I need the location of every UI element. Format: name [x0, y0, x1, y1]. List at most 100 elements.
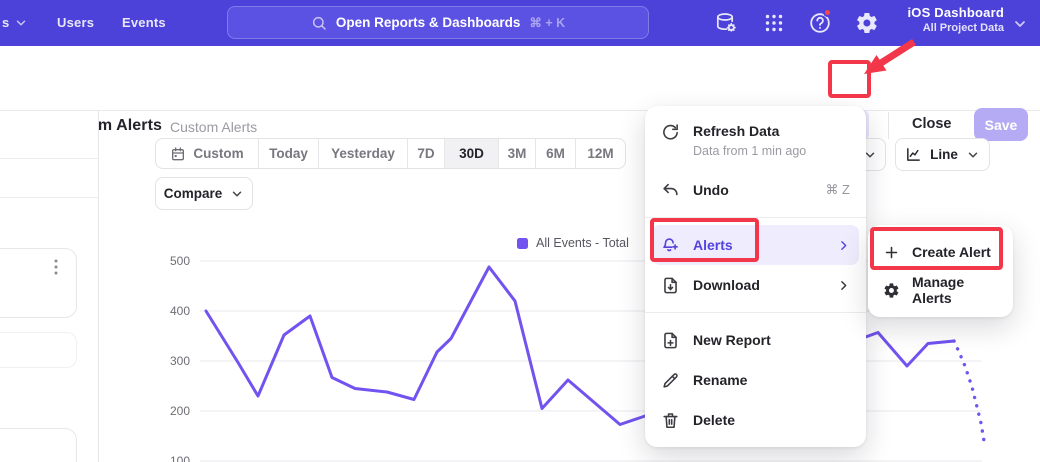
help-icon[interactable] — [808, 11, 832, 35]
range-tab-label: Custom — [193, 146, 243, 161]
menu-item-subtitle: Data from 1 min ago — [693, 144, 806, 158]
compare-label: Compare — [164, 186, 223, 201]
menu-item-new-report[interactable]: New Report — [645, 320, 866, 360]
nav-item-truncated[interactable]: s — [2, 15, 28, 30]
range-tab-6m[interactable]: 6M — [536, 139, 576, 168]
range-tab-label: 3M — [508, 146, 527, 161]
compare-button[interactable]: Compare — [155, 177, 253, 210]
range-tab-custom[interactable]: Custom — [156, 139, 259, 168]
svg-text:400: 400 — [170, 304, 190, 318]
trash-icon — [661, 411, 680, 430]
chevron-down-icon — [230, 187, 244, 201]
range-tab-label: 30D — [459, 146, 484, 161]
project-scope: All Project Data — [907, 22, 1004, 34]
menu-item-label: Undo — [693, 182, 812, 198]
nav-item-events[interactable]: Events — [122, 15, 166, 30]
apps-grid-icon[interactable] — [762, 11, 786, 35]
search-icon — [311, 15, 327, 31]
menu-divider — [645, 217, 866, 218]
search-shortcut: ⌘ + K — [529, 15, 565, 30]
line-chart-icon — [905, 146, 922, 163]
menu-item-undo[interactable]: Undo ⌘ Z — [645, 170, 866, 210]
divider — [0, 197, 99, 198]
menu-item-delete[interactable]: Delete — [645, 400, 866, 440]
divider — [888, 112, 889, 139]
legend-swatch — [517, 238, 528, 249]
app-screen: s Users Events Open Reports & Dashboards… — [0, 0, 1040, 462]
gear-icon — [883, 282, 900, 299]
global-search-input[interactable]: Open Reports & Dashboards ⌘ + K — [227, 6, 649, 39]
report-header: Custom Alerts Custom Alerts GV Duplicate… — [0, 46, 1040, 111]
project-switcher[interactable]: iOS Dashboard All Project Data — [907, 5, 1004, 34]
calendar-icon — [170, 146, 186, 162]
chart-legend: All Events - Total — [517, 236, 629, 250]
undo-icon — [661, 181, 680, 200]
range-tab-label: 6M — [546, 146, 565, 161]
chart-type-button[interactable]: Line — [895, 138, 990, 171]
nav-item-users[interactable]: Users — [57, 15, 94, 30]
panel-card[interactable] — [0, 428, 77, 462]
range-tab-yesterday[interactable]: Yesterday — [319, 139, 408, 168]
menu-item-rename[interactable]: Rename — [645, 360, 866, 400]
chevron-right-icon — [837, 279, 850, 292]
chevron-down-icon — [966, 148, 980, 162]
search-placeholder: Open Reports & Dashboards — [336, 15, 521, 30]
panel-card[interactable] — [0, 332, 77, 368]
alerts-submenu: Create Alert Manage Alerts — [868, 225, 1013, 317]
settings-gear-icon[interactable] — [855, 11, 879, 35]
close-button[interactable]: Close — [912, 116, 952, 132]
menu-item-refresh-data[interactable]: Refresh Data Data from 1 min ago — [645, 113, 866, 170]
plus-icon — [883, 244, 900, 261]
range-tab-12m[interactable]: 12M — [576, 139, 625, 168]
svg-text:500: 500 — [170, 254, 190, 268]
left-panel — [0, 111, 99, 462]
menu-item-label: Download — [693, 277, 824, 293]
card-kebab-menu-icon[interactable] — [50, 258, 62, 278]
menu-item-label: New Report — [693, 332, 850, 348]
panel-card[interactable] — [0, 248, 77, 318]
menu-item-download[interactable]: Download — [645, 265, 866, 305]
menu-item-label: Refresh Data — [693, 123, 806, 139]
chart-type-label: Line — [930, 147, 958, 162]
chevron-right-icon — [837, 239, 850, 252]
submenu-item-label: Create Alert — [912, 244, 991, 260]
notification-dot — [823, 8, 832, 17]
chevron-down-icon — [14, 16, 28, 30]
menu-item-label: Alerts — [693, 237, 824, 253]
refresh-icon — [661, 123, 680, 142]
range-tab-label: Today — [269, 146, 308, 161]
divider — [0, 158, 99, 159]
nav-truncated-label: s — [2, 15, 9, 30]
range-tab-7d[interactable]: 7D — [408, 139, 445, 168]
project-name: iOS Dashboard — [907, 5, 1004, 20]
data-management-icon[interactable] — [714, 11, 738, 35]
range-tab-label: 7D — [417, 146, 434, 161]
more-options-menu: Refresh Data Data from 1 min ago Undo ⌘ … — [645, 106, 866, 447]
menu-item-alerts[interactable]: Alerts — [652, 225, 859, 265]
range-tab-3m[interactable]: 3M — [499, 139, 536, 168]
range-tab-label: Yesterday — [331, 146, 395, 161]
svg-text:200: 200 — [170, 404, 190, 418]
menu-divider — [645, 312, 866, 313]
breadcrumb: Custom Alerts — [170, 119, 257, 135]
new-report-icon — [661, 331, 680, 350]
project-chevron-down-icon[interactable] — [1012, 16, 1028, 32]
date-range-selector: Custom Today Yesterday 7D 30D 3M 6M 12M — [155, 138, 626, 169]
submenu-item-manage-alerts[interactable]: Manage Alerts — [868, 271, 1013, 309]
pencil-icon — [661, 371, 680, 390]
download-file-icon — [661, 276, 680, 295]
range-tab-30d-selected[interactable]: 30D — [445, 139, 499, 168]
menu-item-label: Rename — [693, 372, 850, 388]
bell-plus-icon — [661, 236, 680, 255]
menu-shortcut: ⌘ Z — [825, 182, 850, 198]
svg-text:300: 300 — [170, 354, 190, 368]
top-nav: s Users Events Open Reports & Dashboards… — [0, 0, 1040, 46]
range-tab-label: 12M — [587, 146, 613, 161]
save-button[interactable]: Save — [974, 108, 1028, 141]
menu-item-label: Delete — [693, 412, 850, 428]
submenu-item-label: Manage Alerts — [912, 274, 998, 306]
legend-label: All Events - Total — [536, 236, 629, 250]
submenu-item-create-alert[interactable]: Create Alert — [868, 233, 1013, 271]
range-tab-today[interactable]: Today — [259, 139, 319, 168]
svg-text:100: 100 — [170, 454, 190, 462]
